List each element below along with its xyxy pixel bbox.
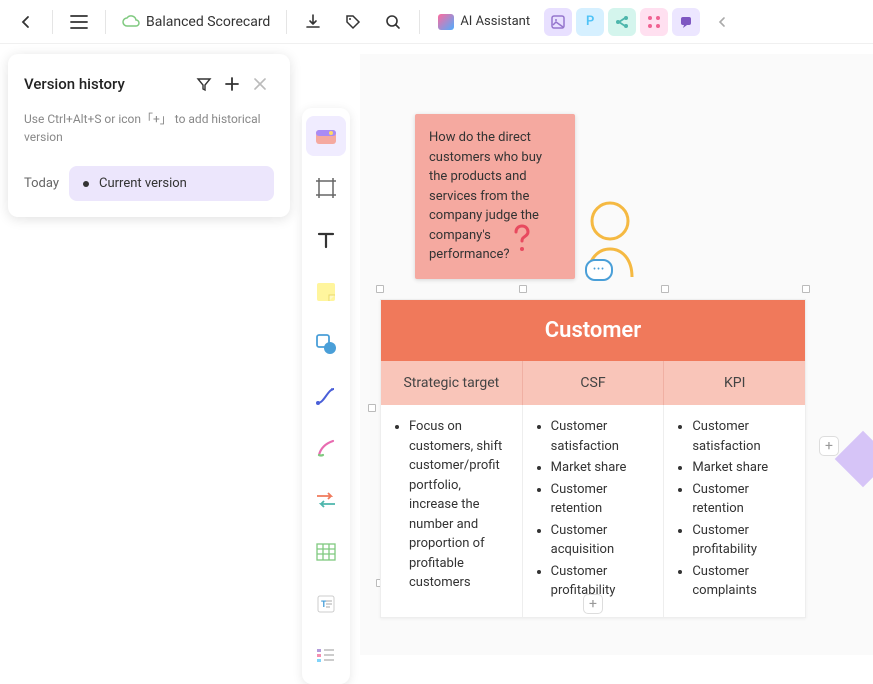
filter-button[interactable] [190, 70, 218, 98]
document-title[interactable]: Balanced Scorecard [114, 14, 278, 30]
hamburger-menu[interactable] [61, 4, 97, 40]
tool-text-block[interactable]: T [306, 584, 346, 624]
tool-connector[interactable] [306, 376, 346, 416]
sticky-note[interactable]: How do the direct customers who buy the … [415, 114, 575, 279]
table-header: KPI [664, 361, 805, 405]
version-dot-icon [83, 181, 89, 187]
selection-handle[interactable] [368, 404, 376, 412]
document-title-text: Balanced Scorecard [146, 14, 270, 30]
table-column[interactable]: Focus on customers, shift customer/profi… [381, 405, 523, 617]
table-cell: Customer satisfaction [692, 417, 795, 456]
feature-share-button[interactable] [608, 8, 636, 36]
tool-swap[interactable] [306, 480, 346, 520]
search-button[interactable] [375, 4, 411, 40]
panel-expand-icon[interactable] [835, 431, 873, 488]
selection-handle[interactable] [376, 285, 384, 293]
version-panel-hint: Use Ctrl+Alt+S or icon「+」 to add histori… [24, 110, 274, 146]
selection-handle[interactable] [519, 285, 527, 293]
version-panel-title: Version history [24, 75, 190, 93]
version-today-label: Today [24, 176, 59, 191]
table-cell: Market share [692, 458, 795, 478]
tool-frame[interactable] [306, 168, 346, 208]
feature-comment-button[interactable] [672, 8, 700, 36]
current-version-item[interactable]: Current version [69, 166, 274, 201]
back-button[interactable] [8, 4, 44, 40]
table-title: Customer [381, 300, 805, 361]
ai-label: AI Assistant [460, 14, 530, 29]
tool-table[interactable] [306, 532, 346, 572]
feature-image-button[interactable] [544, 8, 572, 36]
selection-handle[interactable] [802, 285, 810, 293]
tool-theme[interactable] [306, 116, 346, 156]
close-panel-button[interactable] [246, 70, 274, 98]
table-header: CSF [523, 361, 665, 405]
current-version-label: Current version [99, 176, 187, 191]
tool-pen[interactable] [306, 428, 346, 468]
download-button[interactable] [295, 4, 331, 40]
feature-nodes-button[interactable] [640, 8, 668, 36]
feature-p-button[interactable]: P [576, 8, 604, 36]
tool-text[interactable] [306, 220, 346, 260]
add-version-button[interactable] [218, 70, 246, 98]
table-cell: Customer retention [692, 480, 795, 519]
selection-handle[interactable] [661, 285, 669, 293]
tag-button[interactable] [335, 4, 371, 40]
ai-icon [438, 14, 454, 30]
table-cell: Customer acquisition [551, 521, 654, 560]
table-cell: Customer complaints [692, 562, 795, 601]
ai-assistant-button[interactable]: AI Assistant [428, 10, 540, 34]
question-mark-icon [510, 224, 534, 252]
version-history-panel: Version history Use Ctrl+Alt+S or icon「+… [8, 54, 290, 217]
table-cell: Customer satisfaction [551, 417, 654, 456]
tool-list[interactable] [306, 636, 346, 676]
top-toolbar: Balanced Scorecard AI Assistant P [0, 0, 873, 44]
add-column-button[interactable]: + [819, 436, 839, 456]
table-column[interactable]: Customer satisfaction Market share Custo… [664, 405, 805, 617]
table-column[interactable]: Customer satisfaction Market share Custo… [523, 405, 665, 617]
customer-table[interactable]: Customer Strategic target CSF KPI Focus … [380, 299, 806, 618]
table-cell: Market share [551, 458, 654, 478]
add-row-button[interactable]: + [583, 594, 603, 614]
chat-bubble-icon[interactable] [585, 259, 613, 281]
tool-shape[interactable] [306, 324, 346, 364]
table-cell: Customer profitability [692, 521, 795, 560]
canvas[interactable]: How do the direct customers who buy the … [360, 54, 873, 655]
table-header: Strategic target [381, 361, 523, 405]
table-cell: Customer profitability [551, 562, 654, 601]
tool-sticky-note[interactable] [306, 272, 346, 312]
collapse-right-button[interactable] [704, 4, 740, 40]
cloud-sync-icon [122, 15, 140, 29]
table-cell: Customer retention [551, 480, 654, 519]
table-cell: Focus on customers, shift customer/profi… [409, 417, 512, 593]
tool-rail: T [302, 108, 350, 684]
